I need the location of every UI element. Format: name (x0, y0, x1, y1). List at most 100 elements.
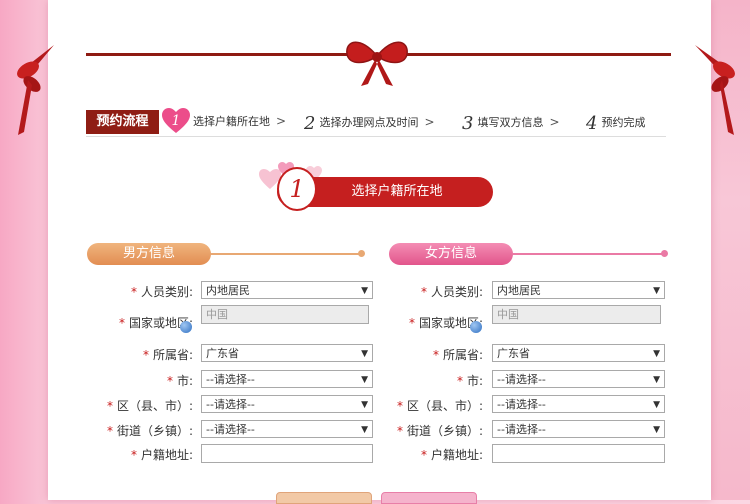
male-district-label: * 区（县、市）: (107, 397, 193, 414)
male-country-row: * 国家或地区: 中国 (0, 305, 380, 333)
female-province-select[interactable]: 广东省 ▼ (492, 344, 665, 362)
female-person-type-value: 内地居民 (497, 284, 541, 297)
male-district-select[interactable]: --请选择-- ▼ (201, 395, 373, 413)
required-mark: * (130, 448, 137, 462)
female-street-label: * 街道（乡镇）: (397, 422, 483, 439)
male-country-field[interactable]: 中国 (201, 305, 369, 324)
next-button[interactable] (381, 492, 477, 504)
female-district-row: * 区（县、市）: --请选择-- ▼ (380, 395, 680, 415)
required-mark: * (106, 424, 113, 438)
step-4-number: 4 (586, 113, 598, 134)
step-1: 选择户籍所在地 > (193, 113, 286, 129)
globe-icon (180, 321, 192, 333)
required-mark: * (432, 348, 439, 362)
female-city-row: * 市: --请选择-- ▼ (380, 370, 680, 390)
male-person-type-label-text: 人员类别: (140, 285, 193, 299)
male-address-label: * 户籍地址: (131, 446, 193, 463)
chevron-down-icon: ▼ (361, 400, 368, 410)
male-city-row: * 市: --请选择-- ▼ (0, 370, 380, 390)
current-step-badge: 1 选择户籍所在地 (277, 169, 493, 209)
male-street-value: --请选择-- (206, 423, 255, 436)
required-mark: * (142, 348, 149, 362)
male-info-heading: 男方信息 (87, 243, 211, 265)
female-district-select[interactable]: --请选择-- ▼ (492, 395, 665, 413)
female-street-select[interactable]: --请选择-- ▼ (492, 420, 665, 438)
step-4-label: 预约完成 (601, 116, 646, 129)
male-district-label-text: 区（县、市）: (116, 399, 193, 413)
male-district-value: --请选择-- (206, 398, 255, 411)
female-heading-dot (661, 250, 668, 257)
female-district-value: --请选择-- (497, 398, 546, 411)
heart-icon: 1 (162, 108, 190, 133)
globe-icon (470, 321, 482, 333)
female-address-row: * 户籍地址: (380, 444, 680, 464)
female-address-input[interactable] (492, 444, 665, 463)
female-country-value: 中国 (497, 308, 519, 321)
female-country-row: * 国家或地区: 中国 (380, 305, 680, 333)
female-city-label-text: 市: (466, 374, 483, 388)
male-city-select[interactable]: --请选择-- ▼ (201, 370, 373, 388)
female-person-type-label: * 人员类别: (421, 283, 483, 300)
chevron-down-icon: ▼ (361, 286, 368, 296)
female-district-label: * 区（县、市）: (397, 397, 483, 414)
female-country-field[interactable]: 中国 (492, 305, 661, 324)
required-mark: * (408, 316, 415, 330)
chevron-down-icon: ▼ (361, 349, 368, 359)
chevron-down-icon: ▼ (361, 375, 368, 385)
male-address-input[interactable] (201, 444, 373, 463)
male-province-label-text: 所属省: (152, 348, 193, 362)
svg-text:1: 1 (172, 113, 181, 129)
step-2: 2 选择办理网点及时间 > (304, 113, 435, 134)
female-person-type-label-text: 人员类别: (430, 285, 483, 299)
female-district-label-text: 区（县、市）: (406, 399, 483, 413)
chevron-down-icon: ▼ (361, 425, 368, 435)
female-city-label: * 市: (457, 372, 483, 389)
female-street-label-text: 街道（乡镇）: (406, 424, 483, 438)
female-heading-line (513, 253, 665, 255)
chevron-down-icon: ▼ (653, 349, 660, 359)
step-2-number: 2 (304, 113, 316, 134)
female-city-select[interactable]: --请选择-- ▼ (492, 370, 665, 388)
prev-button[interactable] (276, 492, 372, 504)
step-4: 4 预约完成 (586, 113, 645, 134)
female-city-value: --请选择-- (497, 373, 546, 386)
female-province-label: * 所属省: (433, 346, 483, 363)
male-heading-dot (358, 250, 365, 257)
female-person-type-row: * 人员类别: 内地居民 ▼ (380, 281, 680, 301)
step-arrow: > (549, 115, 560, 129)
male-person-type-label: * 人员类别: (131, 283, 193, 300)
ribbon-bow-right-decoration (695, 45, 735, 135)
step-2-label: 选择办理网点及时间 (319, 116, 419, 129)
female-street-row: * 街道（乡镇）: --请选择-- ▼ (380, 420, 680, 440)
male-person-type-value: 内地居民 (206, 284, 250, 297)
male-person-type-select[interactable]: 内地居民 ▼ (201, 281, 373, 299)
booking-steps-bar: 预约流程 1 选择户籍所在地 > 2 选择办理网点及时间 > 3 填写双方信息 > 4 预约… (86, 108, 666, 137)
required-mark: * (106, 399, 113, 413)
male-address-label-text: 户籍地址: (140, 448, 193, 462)
male-heading-line (211, 253, 363, 255)
required-mark: * (396, 424, 403, 438)
female-person-type-select[interactable]: 内地居民 ▼ (492, 281, 665, 299)
male-street-select[interactable]: --请选择-- ▼ (201, 420, 373, 438)
male-province-value: 广东省 (206, 347, 239, 360)
male-province-select[interactable]: 广东省 ▼ (201, 344, 373, 362)
male-country-value: 中国 (206, 308, 228, 321)
male-province-label: * 所属省: (143, 346, 193, 363)
female-province-row: * 所属省: 广东省 ▼ (380, 344, 680, 364)
step-arrow: > (424, 115, 435, 129)
female-info-heading: 女方信息 (389, 243, 513, 265)
required-mark: * (396, 399, 403, 413)
step-arrow: > (276, 114, 287, 128)
female-province-label-text: 所属省: (442, 348, 483, 362)
required-mark: * (420, 285, 427, 299)
step-3-label: 填写双方信息 (477, 116, 544, 129)
female-address-label-text: 户籍地址: (430, 448, 483, 462)
current-step-number: 1 (279, 169, 315, 209)
chevron-down-icon: ▼ (653, 400, 660, 410)
male-person-type-row: * 人员类别: 内地居民 ▼ (0, 281, 380, 301)
required-mark: * (118, 316, 125, 330)
male-street-row: * 街道（乡镇）: --请选择-- ▼ (0, 420, 380, 440)
male-province-row: * 所属省: 广东省 ▼ (0, 344, 380, 364)
steps-title: 预约流程 (86, 110, 159, 134)
male-district-row: * 区（县、市）: --请选择-- ▼ (0, 395, 380, 415)
